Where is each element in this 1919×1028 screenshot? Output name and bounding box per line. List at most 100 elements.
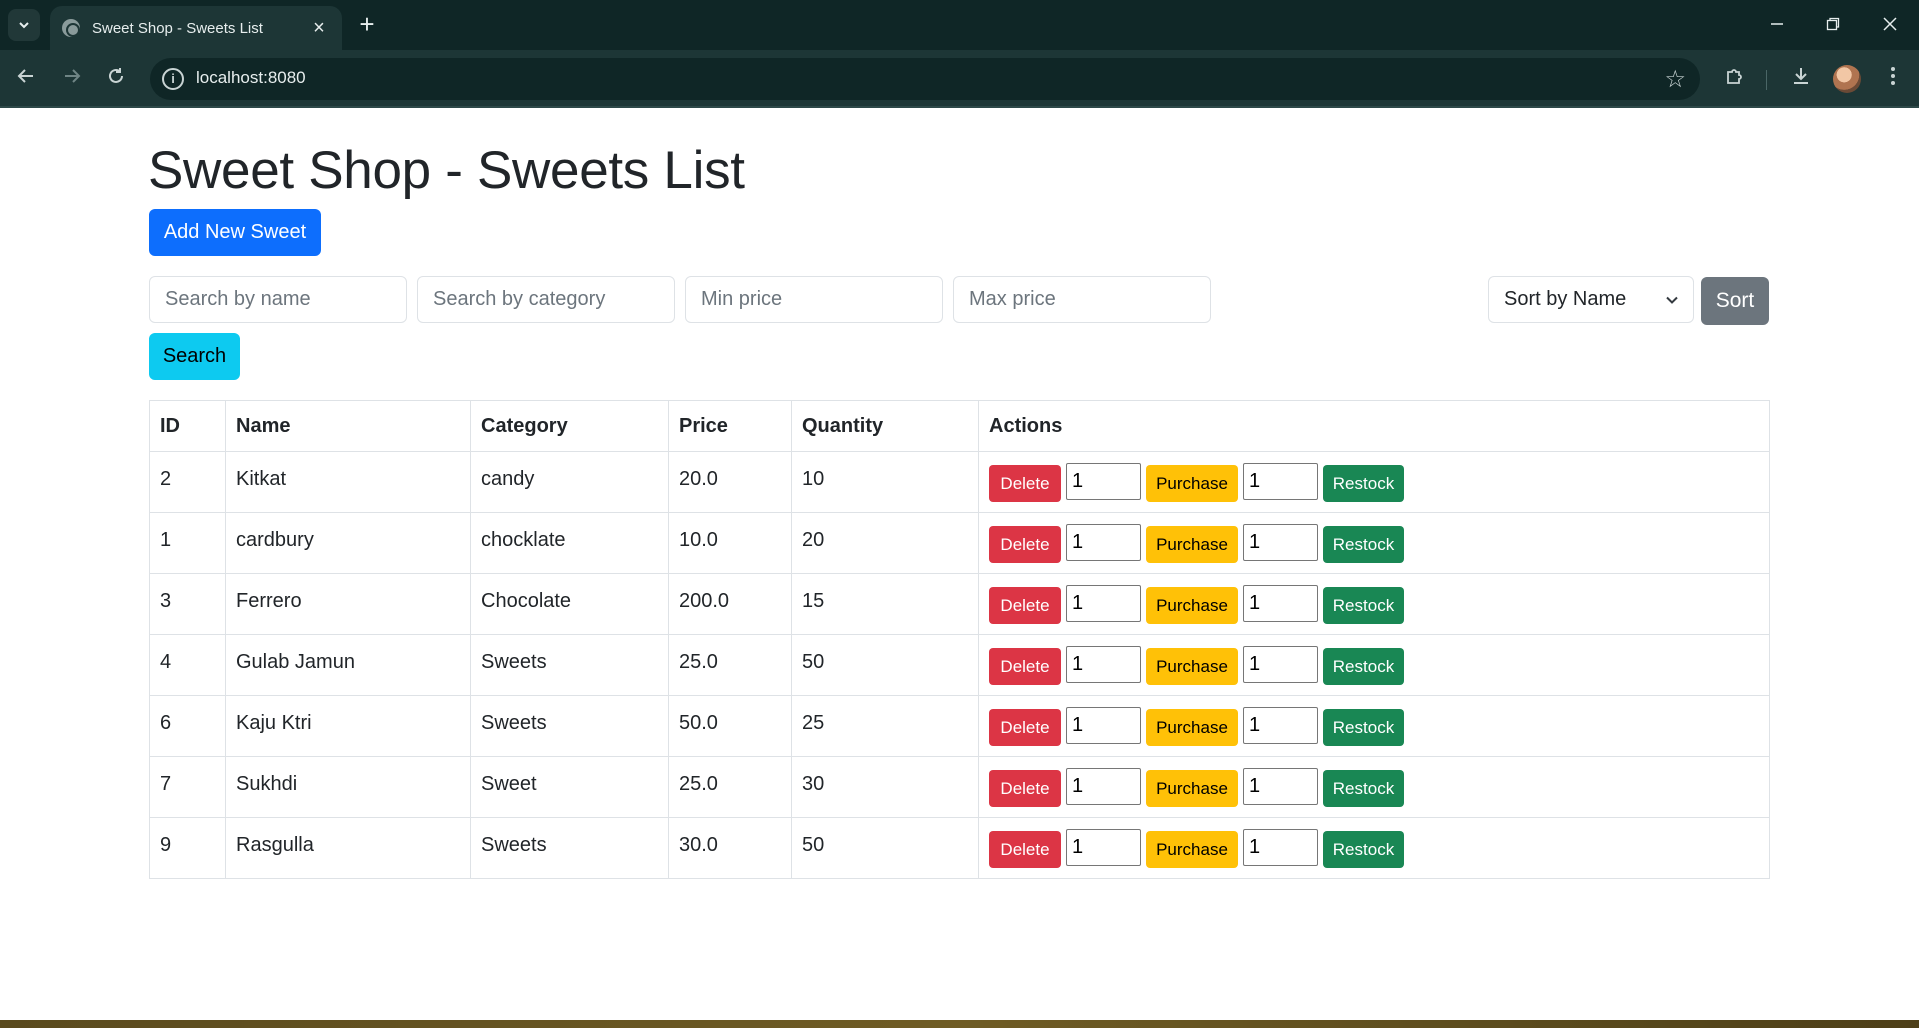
cell-category-text: Sweets bbox=[481, 711, 547, 734]
row-actions: Delete Purchase Restock bbox=[989, 828, 1759, 868]
search-name-input[interactable] bbox=[149, 276, 407, 323]
cell-id-text: 6 bbox=[160, 711, 172, 734]
star-icon[interactable]: ☆ bbox=[1664, 65, 1686, 94]
cell-id: 3 bbox=[149, 573, 226, 635]
restock-quantity-input[interactable] bbox=[1243, 523, 1318, 561]
cell-price-text: 20.0 bbox=[679, 467, 718, 490]
globe-icon bbox=[62, 19, 80, 37]
cell-name-text: Kaju Ktri bbox=[236, 711, 312, 734]
plus-icon[interactable]: + bbox=[352, 10, 382, 40]
cell-quantity-text: 25 bbox=[802, 711, 825, 734]
restock-button[interactable]: Restock bbox=[1323, 708, 1404, 746]
table-row: 1 cardbury chocklate 10.0 20 Delete Purchase Re… bbox=[149, 512, 1770, 574]
cell-id: 6 bbox=[149, 695, 226, 757]
search-category-input[interactable] bbox=[417, 276, 675, 323]
delete-button[interactable]: Delete bbox=[989, 647, 1061, 685]
cell-category-text: Sweets bbox=[481, 650, 547, 673]
cell-actions: Delete Purchase Restock bbox=[978, 573, 1770, 635]
purchase-quantity-input[interactable] bbox=[1066, 462, 1141, 500]
restock-button[interactable]: Restock bbox=[1323, 769, 1404, 807]
avatar[interactable] bbox=[1833, 65, 1861, 93]
cell-actions: Delete Purchase Restock bbox=[978, 695, 1770, 757]
restock-quantity-input[interactable] bbox=[1243, 462, 1318, 500]
tab-search-button[interactable] bbox=[8, 9, 40, 41]
address-bar[interactable]: i localhost:8080 ☆ bbox=[150, 58, 1700, 100]
browser-tab[interactable]: Sweet Shop - Sweets List × bbox=[50, 6, 342, 50]
cell-price: 50.0 bbox=[668, 695, 792, 757]
cell-name-text: Gulab Jamun bbox=[236, 650, 355, 673]
cell-category: candy bbox=[470, 451, 669, 513]
cell-category-text: Sweet bbox=[481, 772, 537, 795]
restock-button[interactable]: Restock bbox=[1323, 647, 1404, 685]
arrow-left-icon[interactable] bbox=[10, 62, 42, 94]
purchase-button[interactable]: Purchase bbox=[1146, 769, 1238, 807]
purchase-quantity-input[interactable] bbox=[1066, 828, 1141, 866]
purchase-button[interactable]: Purchase bbox=[1146, 708, 1238, 746]
sort-select[interactable]: Sort by Name bbox=[1488, 276, 1694, 323]
cell-name: Sukhdi bbox=[225, 756, 471, 818]
add-new-sweet-button[interactable]: Add New Sweet bbox=[149, 209, 321, 256]
restock-button[interactable]: Restock bbox=[1323, 830, 1404, 868]
purchase-quantity-input[interactable] bbox=[1066, 767, 1141, 805]
download-icon[interactable] bbox=[1784, 62, 1818, 96]
purchase-quantity-input[interactable] bbox=[1066, 584, 1141, 622]
close-icon[interactable]: × bbox=[308, 18, 330, 38]
cell-quantity: 10 bbox=[791, 451, 979, 513]
arrow-right-icon[interactable] bbox=[56, 62, 88, 94]
restock-quantity-input[interactable] bbox=[1243, 645, 1318, 683]
reload-icon[interactable] bbox=[100, 62, 132, 94]
delete-button[interactable]: Delete bbox=[989, 586, 1061, 624]
purchase-button[interactable]: Purchase bbox=[1146, 586, 1238, 624]
restock-button[interactable]: Restock bbox=[1323, 464, 1404, 502]
purchase-quantity-input[interactable] bbox=[1066, 645, 1141, 683]
cell-actions: Delete Purchase Restock bbox=[978, 817, 1770, 879]
cell-quantity-text: 10 bbox=[802, 467, 825, 490]
cell-name: Rasgulla bbox=[225, 817, 471, 879]
cell-id: 2 bbox=[149, 451, 226, 513]
cell-actions: Delete Purchase Restock bbox=[978, 512, 1770, 574]
purchase-quantity-input[interactable] bbox=[1066, 523, 1141, 561]
search-button[interactable]: Search bbox=[149, 333, 240, 380]
restock-button[interactable]: Restock bbox=[1323, 586, 1404, 624]
restock-quantity-input[interactable] bbox=[1243, 767, 1318, 805]
sort-select-value: Sort by Name bbox=[1504, 288, 1627, 310]
purchase-button[interactable]: Purchase bbox=[1146, 647, 1238, 685]
restock-quantity-input[interactable] bbox=[1243, 584, 1318, 622]
cell-name: Kitkat bbox=[225, 451, 471, 513]
minimize-icon[interactable] bbox=[1757, 10, 1797, 40]
max-price-input[interactable] bbox=[953, 276, 1211, 323]
cell-id: 7 bbox=[149, 756, 226, 818]
delete-button[interactable]: Delete bbox=[989, 769, 1061, 807]
purchase-quantity-input[interactable] bbox=[1066, 706, 1141, 744]
sort-button[interactable]: Sort bbox=[1701, 277, 1769, 325]
restock-quantity-input[interactable] bbox=[1243, 706, 1318, 744]
min-price-input[interactable] bbox=[685, 276, 943, 323]
cell-price-text: 25.0 bbox=[679, 650, 718, 673]
cell-price-text: 50.0 bbox=[679, 711, 718, 734]
cell-actions: Delete Purchase Restock bbox=[978, 634, 1770, 696]
more-vertical-icon[interactable] bbox=[1876, 62, 1910, 96]
url-text[interactable]: localhost:8080 bbox=[196, 68, 306, 88]
delete-button[interactable]: Delete bbox=[989, 708, 1061, 746]
cell-price: 20.0 bbox=[668, 451, 792, 513]
purchase-button[interactable]: Purchase bbox=[1146, 464, 1238, 502]
cell-price-text: 30.0 bbox=[679, 833, 718, 856]
cell-name-text: Rasgulla bbox=[236, 833, 314, 856]
delete-button[interactable]: Delete bbox=[989, 525, 1061, 563]
cell-id: 9 bbox=[149, 817, 226, 879]
cell-quantity: 15 bbox=[791, 573, 979, 635]
restock-button[interactable]: Restock bbox=[1323, 525, 1404, 563]
puzzle-icon[interactable] bbox=[1718, 62, 1752, 96]
info-icon[interactable]: i bbox=[162, 68, 184, 90]
delete-button[interactable]: Delete bbox=[989, 830, 1061, 868]
cell-price-text: 200.0 bbox=[679, 589, 730, 612]
header-name: Name bbox=[225, 400, 471, 452]
restore-icon[interactable] bbox=[1813, 10, 1853, 40]
cell-id-text: 2 bbox=[160, 467, 172, 490]
purchase-button[interactable]: Purchase bbox=[1146, 525, 1238, 563]
header-category: Category bbox=[470, 400, 669, 452]
purchase-button[interactable]: Purchase bbox=[1146, 830, 1238, 868]
window-close-icon[interactable] bbox=[1870, 10, 1910, 40]
restock-quantity-input[interactable] bbox=[1243, 828, 1318, 866]
delete-button[interactable]: Delete bbox=[989, 464, 1061, 502]
